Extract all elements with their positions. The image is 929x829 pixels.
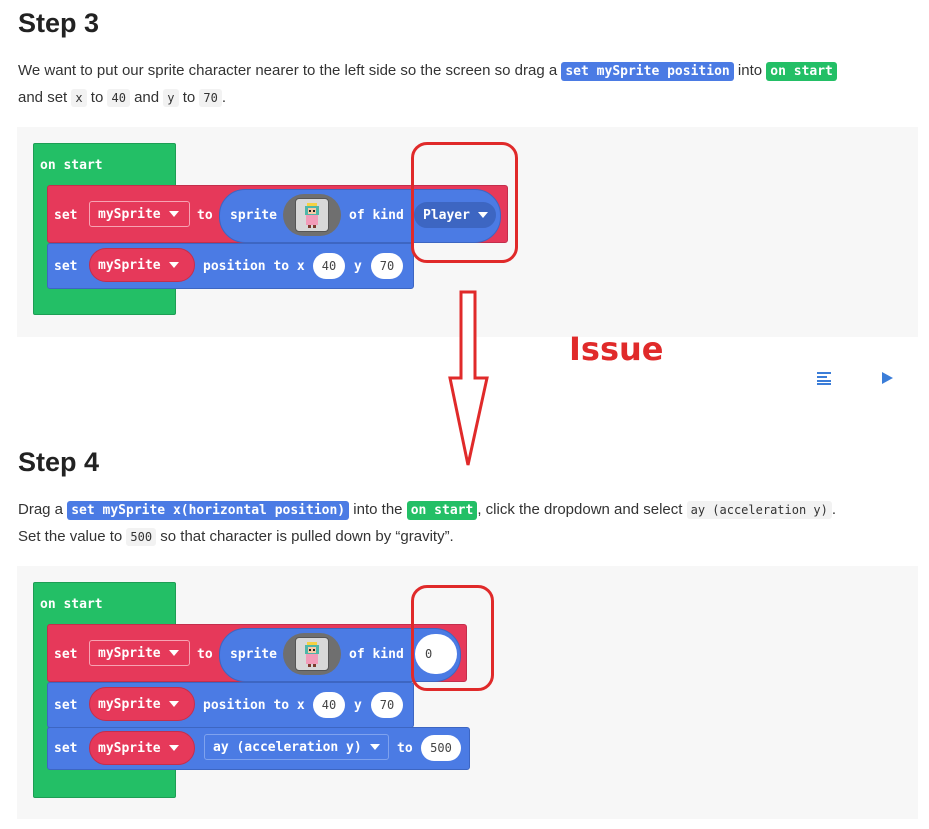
chevron-down-icon <box>168 701 179 707</box>
text: We want to put our sprite character near… <box>18 62 562 79</box>
y-label: y <box>354 259 362 274</box>
chevron-down-icon <box>168 745 179 751</box>
sprite-label: sprite <box>230 647 277 662</box>
text: Set the value to <box>18 528 127 545</box>
of-kind-label: of kind <box>349 647 404 662</box>
set-label: set <box>54 208 78 223</box>
chevron-down-icon <box>369 744 380 750</box>
issue-highlight-box <box>411 142 518 263</box>
step3-heading: Step 3 <box>18 8 100 38</box>
on-start-label: on start <box>40 597 103 612</box>
align-left-icon[interactable] <box>817 371 833 385</box>
set-label: set <box>54 259 78 274</box>
property-dropdown[interactable]: ay (acceleration y) <box>204 734 389 760</box>
code-40: 40 <box>107 89 130 107</box>
set-label: set <box>54 698 78 713</box>
code-x: x <box>71 89 87 107</box>
of-kind-label: of kind <box>349 208 404 223</box>
variable-dropdown[interactable]: mySprite <box>89 640 190 666</box>
acceleration-value-input[interactable]: 500 <box>421 735 461 761</box>
text: Drag a <box>18 501 68 518</box>
sprite-image[interactable] <box>295 637 329 671</box>
x-value-input[interactable]: 40 <box>313 253 345 279</box>
to-label: to <box>197 208 213 223</box>
variable-dropdown[interactable]: mySprite <box>89 731 195 765</box>
text: to <box>178 89 200 106</box>
sprite-label: sprite <box>230 208 277 223</box>
dropdown-text: ay (acceleration y) <box>213 739 362 755</box>
step3-paragraph-line2: and set x to 40 and y to 70. <box>18 88 226 108</box>
text: into <box>733 62 767 79</box>
text: to <box>86 89 108 106</box>
text: . <box>221 89 227 106</box>
variable-dropdown[interactable]: mySprite <box>89 687 195 721</box>
dropdown-text: mySprite <box>98 257 161 273</box>
step4-paragraph-line1: Drag a set mySprite x(horizontal positio… <box>18 500 836 520</box>
to-label: to <box>197 647 213 662</box>
y-label: y <box>354 698 362 713</box>
down-arrow-annotation <box>448 290 489 466</box>
step4-heading: Step 4 <box>18 447 100 477</box>
issue-highlight-box <box>411 585 494 691</box>
chevron-down-icon <box>168 211 179 217</box>
issue-label: Issue <box>569 330 664 368</box>
princess-sprite-icon <box>305 642 319 667</box>
code-y: y <box>163 89 179 107</box>
step3-paragraph-line1: We want to put our sprite character near… <box>18 61 837 81</box>
variable-dropdown[interactable]: mySprite <box>89 201 190 227</box>
text: and set <box>18 89 72 106</box>
y-value-input[interactable]: 70 <box>371 692 403 718</box>
chip-set-position: set mySprite position <box>561 62 734 81</box>
text: , click the dropdown and select <box>477 501 687 518</box>
chevron-down-icon <box>168 262 179 268</box>
x-value-input[interactable]: 40 <box>313 692 345 718</box>
chip-on-start: on start <box>766 62 837 81</box>
text: into the <box>349 501 407 518</box>
position-to-x-label: position to x <box>203 259 305 274</box>
chevron-down-icon <box>168 650 179 656</box>
dropdown-text: mySprite <box>98 645 161 661</box>
position-to-x-label: position to x <box>203 698 305 713</box>
text: and <box>129 89 164 106</box>
code-500: 500 <box>126 528 157 546</box>
set-label: set <box>54 647 78 662</box>
set-label: set <box>54 741 78 756</box>
text: so that character is pulled down by “gra… <box>156 528 454 545</box>
on-start-label: on start <box>40 158 103 173</box>
to-label: to <box>397 741 413 756</box>
sprite-image[interactable] <box>295 198 329 232</box>
text: . <box>831 501 837 518</box>
chip-on-start: on start <box>406 501 478 520</box>
y-value-input[interactable]: 70 <box>371 253 403 279</box>
dropdown-text: mySprite <box>98 696 161 712</box>
chip-set-x: set mySprite x(horizontal position) <box>67 501 350 520</box>
dropdown-text: mySprite <box>98 740 161 756</box>
code-ay: ay (acceleration y) <box>686 501 832 519</box>
dropdown-text: mySprite <box>98 206 161 222</box>
variable-dropdown[interactable]: mySprite <box>89 248 195 282</box>
princess-sprite-icon <box>305 203 319 228</box>
play-icon[interactable] <box>880 371 894 385</box>
code-70: 70 <box>199 89 222 107</box>
step4-paragraph-line2: Set the value to 500 so that character i… <box>18 527 454 547</box>
